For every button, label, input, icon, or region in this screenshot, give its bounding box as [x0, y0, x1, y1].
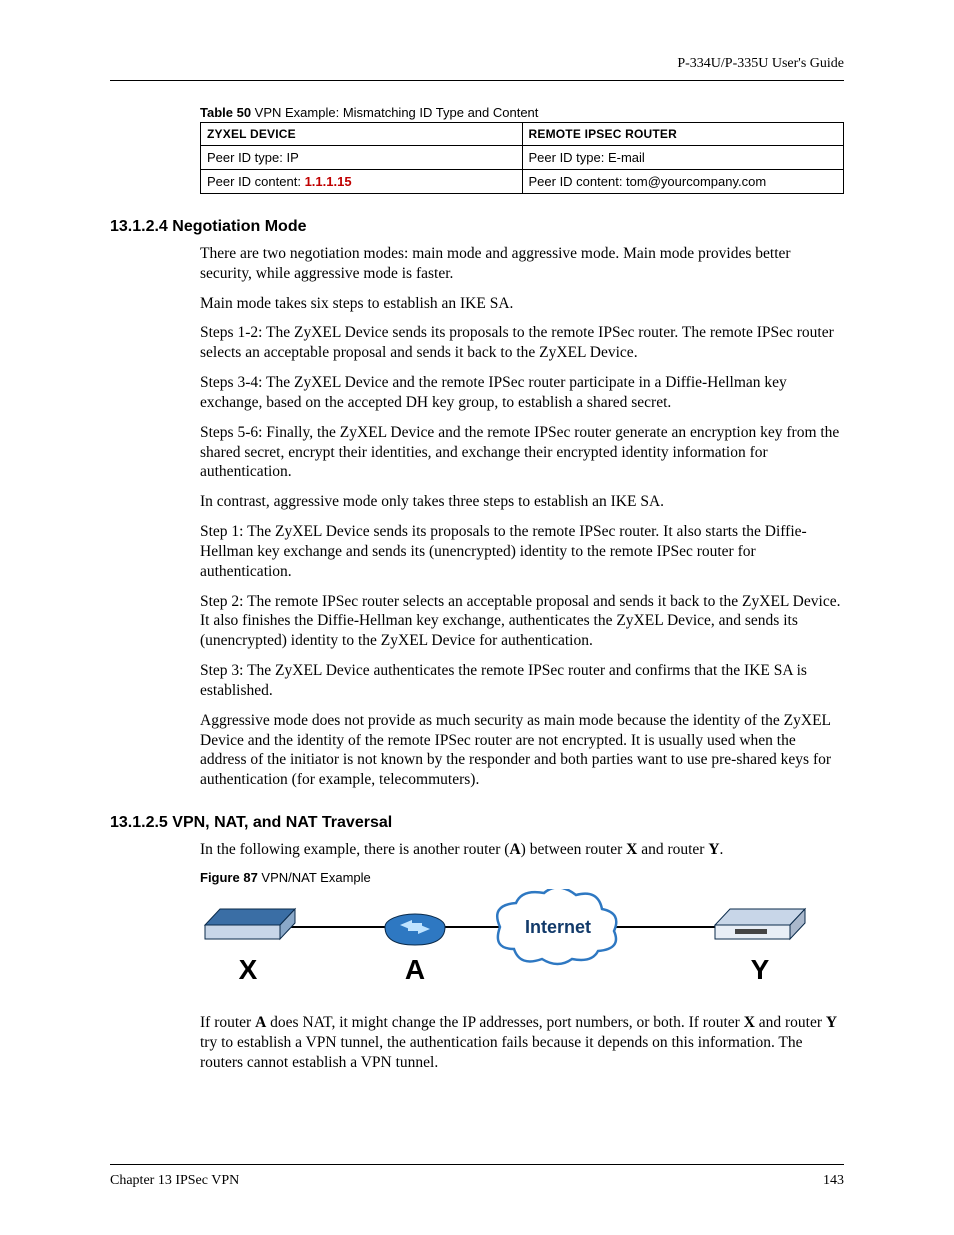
paragraph: Steps 5-6: Finally, the ZyXEL Device and… — [200, 423, 844, 482]
footer-chapter: Chapter 13 IPSec VPN — [110, 1173, 239, 1189]
table-number: Table 50 — [200, 105, 251, 120]
mismatching-id-table: ZYXEL DEVICE REMOTE IPSEC ROUTER Peer ID… — [200, 122, 844, 194]
figure-caption: Figure 87 VPN/NAT Example — [200, 870, 844, 885]
label-x: X — [239, 954, 258, 985]
figure-title: VPN/NAT Example — [258, 870, 371, 885]
guide-title: P-334U/P-335U User's Guide — [677, 56, 844, 71]
section-body: In the following example, there is anoth… — [200, 840, 844, 1072]
table-row: Peer ID content: 1.1.1.15 Peer ID conten… — [201, 170, 844, 194]
paragraph: Step 2: The remote IPSec router selects … — [200, 592, 844, 651]
paragraph: Step 1: The ZyXEL Device sends its propo… — [200, 522, 844, 581]
cell-prefix: Peer ID content: — [207, 174, 305, 189]
col-zyxel-device: ZYXEL DEVICE — [201, 123, 523, 146]
paragraph: In the following example, there is anoth… — [200, 840, 844, 860]
paragraph: Steps 1-2: The ZyXEL Device sends its pr… — [200, 323, 844, 363]
paragraph: Steps 3-4: The ZyXEL Device and the remo… — [200, 373, 844, 413]
device-y-icon — [715, 909, 805, 939]
vpn-nat-diagram: X A Internet — [200, 889, 810, 994]
cell: Peer ID type: IP — [201, 146, 523, 170]
paragraph: There are two negotiation modes: main mo… — [200, 244, 844, 284]
table-title: VPN Example: Mismatching ID Type and Con… — [251, 105, 538, 120]
paragraph: In contrast, aggressive mode only takes … — [200, 492, 844, 512]
figure-number: Figure 87 — [200, 870, 258, 885]
paragraph: If router A does NAT, it might change th… — [200, 1013, 844, 1072]
device-x-icon — [205, 909, 295, 939]
cell: Peer ID content: tom@yourcompany.com — [522, 170, 844, 194]
page-footer: Chapter 13 IPSec VPN 143 — [110, 1164, 844, 1189]
table-row: Peer ID type: IP Peer ID type: E-mail — [201, 146, 844, 170]
label-y: Y — [751, 954, 770, 985]
router-a-icon — [385, 914, 445, 945]
cell-highlight: 1.1.1.15 — [305, 174, 352, 189]
footer-page-number: 143 — [823, 1173, 844, 1189]
table-caption: Table 50 VPN Example: Mismatching ID Typ… — [200, 105, 844, 120]
section-heading-vpn-nat: 13.1.2.5 VPN, NAT, and NAT Traversal — [110, 814, 844, 832]
section-body: There are two negotiation modes: main mo… — [200, 244, 844, 790]
page-header: P-334U/P-335U User's Guide — [110, 56, 844, 81]
paragraph: Aggressive mode does not provide as much… — [200, 711, 844, 790]
label-internet: Internet — [525, 917, 591, 937]
col-remote-ipsec-router: REMOTE IPSEC ROUTER — [522, 123, 844, 146]
paragraph: Main mode takes six steps to establish a… — [200, 294, 844, 314]
section-heading-negotiation-mode: 13.1.2.4 Negotiation Mode — [110, 218, 844, 236]
cell: Peer ID content: 1.1.1.15 — [201, 170, 523, 194]
figure-vpn-nat: X A Internet — [200, 889, 844, 999]
paragraph: Step 3: The ZyXEL Device authenticates t… — [200, 661, 844, 701]
label-a: A — [405, 954, 425, 985]
cell: Peer ID type: E-mail — [522, 146, 844, 170]
table-header-row: ZYXEL DEVICE REMOTE IPSEC ROUTER — [201, 123, 844, 146]
